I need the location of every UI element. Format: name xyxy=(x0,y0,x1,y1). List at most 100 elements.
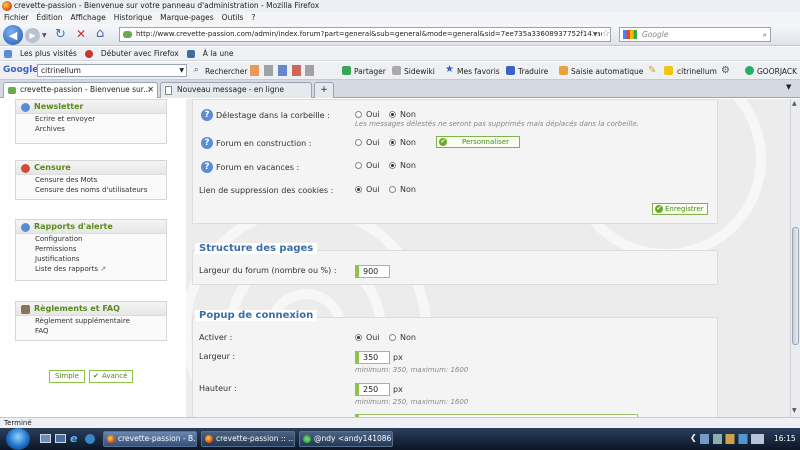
cookies-non-radio[interactable] xyxy=(389,186,396,193)
address-bar[interactable]: http://www.crevette-passion.com/admin/in… xyxy=(119,27,611,42)
personnaliser-button[interactable]: ✔ Personnaliser xyxy=(436,136,520,148)
taskbar-item-3[interactable]: @ndy <andy141086... xyxy=(299,431,393,447)
construction-oui-label: Oui xyxy=(366,138,380,147)
internet-explorer-icon[interactable]: e xyxy=(70,432,77,445)
list-all-tabs-icon[interactable]: ▼ xyxy=(786,83,791,91)
search-input[interactable]: Google ⌕ xyxy=(619,27,771,42)
sidebar-link-liste-rapports-label: Liste des rapports xyxy=(35,265,98,273)
scroll-thumb[interactable] xyxy=(792,227,799,345)
largeur-input[interactable]: 350 xyxy=(355,351,390,364)
menu-aide[interactable]: ? xyxy=(251,12,255,24)
new-tab-button[interactable]: + xyxy=(314,82,334,98)
construction-oui-radio[interactable] xyxy=(355,139,362,146)
tab-admin[interactable]: crevette-passion - Bienvenue sur... ✕ xyxy=(3,82,158,98)
close-icon[interactable]: ✕ xyxy=(147,83,154,97)
sidebar-link-censure-noms[interactable]: Censure des noms d'utilisateurs xyxy=(16,185,166,195)
sidewiki-button[interactable]: Sidewiki xyxy=(404,67,435,76)
search-icon[interactable]: ⌕ xyxy=(763,28,767,41)
taskbar-item-2[interactable]: crevette-passion :: ... xyxy=(201,431,295,447)
delestage-label: Délestage dans la corbeille : xyxy=(216,111,330,120)
reload-icon[interactable]: ↻ xyxy=(55,27,66,42)
hauteur-label: Hauteur : xyxy=(199,384,237,393)
construction-non-radio[interactable] xyxy=(389,139,396,146)
mode-avance-button[interactable]: ✔ Avancé xyxy=(89,370,133,383)
pencil-icon[interactable]: ✎ xyxy=(648,65,656,76)
google-search-button[interactable]: Rechercher xyxy=(205,67,247,76)
vacances-oui-radio[interactable] xyxy=(355,162,362,169)
sidebar-link-liste-rapports[interactable]: Liste des rapports ↗ xyxy=(16,264,166,274)
activer-oui-radio[interactable] xyxy=(355,334,362,341)
goorjack-button[interactable]: GOORJACK xyxy=(757,67,797,76)
delestage-oui-radio[interactable] xyxy=(355,111,362,118)
construction-non-label: Non xyxy=(400,138,416,147)
google-query-input[interactable]: citrinellum ▼ xyxy=(37,64,187,77)
favorites-button[interactable]: Mes favoris xyxy=(457,67,500,76)
tab-new-message[interactable]: Nouveau message - en ligne xyxy=(160,82,312,98)
menu-marque-pages[interactable]: Marque-pages xyxy=(160,12,214,24)
bookmark-star-icon[interactable]: ☆ xyxy=(602,29,611,39)
sidewiki-icon xyxy=(392,66,401,75)
menu-affichage[interactable]: Affichage xyxy=(70,12,105,24)
forward-button[interactable]: ▶ xyxy=(25,28,40,43)
sidebar-link-justifications[interactable]: Justifications xyxy=(16,254,166,264)
home-icon[interactable]: ⌂ xyxy=(96,26,104,41)
scroll-down-icon[interactable]: ▼ xyxy=(792,407,797,414)
hauteur-input[interactable]: 250 xyxy=(355,383,390,396)
help-icon[interactable]: ? xyxy=(201,137,213,149)
navigation-toolbar: ◀ ▶ ▼ ↻ ✕ ⌂ http://www.crevette-passion.… xyxy=(0,24,800,46)
tray-expand-icon[interactable]: ❮ xyxy=(690,433,697,442)
stop-icon[interactable]: ✕ xyxy=(76,27,86,41)
history-dropdown-icon[interactable]: ▼ xyxy=(42,32,47,39)
translate-icon xyxy=(506,66,515,75)
sidebar-censure-title: Censure xyxy=(34,163,71,172)
activer-non-radio[interactable] xyxy=(389,334,396,341)
mode-simple-button[interactable]: Simple xyxy=(49,370,85,383)
switch-windows-icon[interactable] xyxy=(55,434,66,443)
toolbar-tools-icon[interactable] xyxy=(250,65,314,76)
start-button[interactable] xyxy=(6,428,30,450)
delestage-non-radio[interactable] xyxy=(389,111,396,118)
share-button[interactable]: Partager xyxy=(354,67,386,76)
bookmark-most-visited[interactable]: Les plus visités xyxy=(20,49,77,58)
sidebar-link-faq[interactable]: FAQ xyxy=(16,326,166,336)
largeur-label: Largeur : xyxy=(199,352,236,361)
menu-edition[interactable]: Édition xyxy=(37,12,63,24)
wrench-icon[interactable]: ⚙ xyxy=(721,65,730,76)
enregistrer-button[interactable]: ✔ Enregistrer xyxy=(652,203,708,215)
sidebar-link-censure-mots[interactable]: Censure des Mots xyxy=(16,175,166,185)
tray-icons[interactable] xyxy=(700,434,764,444)
taskbar-item-1[interactable]: crevette-passion - B... xyxy=(103,431,197,447)
url-dropdown-icon[interactable]: ▼ xyxy=(593,31,598,38)
getting-started-icon xyxy=(84,49,93,58)
menu-historique[interactable]: Historique xyxy=(114,12,152,24)
sidebar-censure-header: Censure xyxy=(16,161,166,175)
show-desktop-icon[interactable] xyxy=(40,434,51,443)
help-icon[interactable]: ? xyxy=(201,109,213,121)
media-player-icon[interactable] xyxy=(85,434,95,444)
query-highlight-button[interactable]: citrinellum xyxy=(677,67,717,76)
menu-outils[interactable]: Outils xyxy=(222,12,244,24)
largeur-forum-input[interactable]: 900 xyxy=(355,265,390,278)
back-button[interactable]: ◀ xyxy=(3,25,23,45)
google-logo[interactable]: Google xyxy=(3,65,38,75)
delestage-non-label: Non xyxy=(400,110,416,119)
window-title: crevette-passion - Bienvenue sur votre p… xyxy=(14,1,320,10)
sidebar-link-reglement[interactable]: Règlement supplémentaire xyxy=(16,316,166,326)
autofill-button[interactable]: Saisie automatique xyxy=(571,67,643,76)
help-icon[interactable]: ? xyxy=(201,161,213,173)
scroll-up-icon[interactable]: ▲ xyxy=(792,100,797,107)
sidebar-link-configuration[interactable]: Configuration xyxy=(16,234,166,244)
sidebar-link-permissions[interactable]: Permissions xyxy=(16,244,166,254)
bookmark-getting-started[interactable]: Débuter avec Firefox xyxy=(101,49,179,58)
vacances-non-radio[interactable] xyxy=(389,162,396,169)
status-text: Terminé xyxy=(4,419,32,427)
sidebar-link-ecrire[interactable]: Ecrire et envoyer xyxy=(16,114,166,124)
cookies-oui-radio[interactable] xyxy=(355,186,362,193)
sidebar-link-archives[interactable]: Archives xyxy=(16,124,166,134)
bookmarks-toolbar: Les plus visités Débuter avec Firefox À … xyxy=(0,47,800,61)
vertical-scrollbar[interactable]: ▲ ▼ xyxy=(790,99,800,417)
translate-button[interactable]: Traduire xyxy=(518,67,548,76)
menu-fichier[interactable]: Fichier xyxy=(4,12,29,24)
sidebar-rapports-header: Rapports d'alerte xyxy=(16,220,166,234)
bookmark-headlines[interactable]: À la une xyxy=(203,49,234,58)
